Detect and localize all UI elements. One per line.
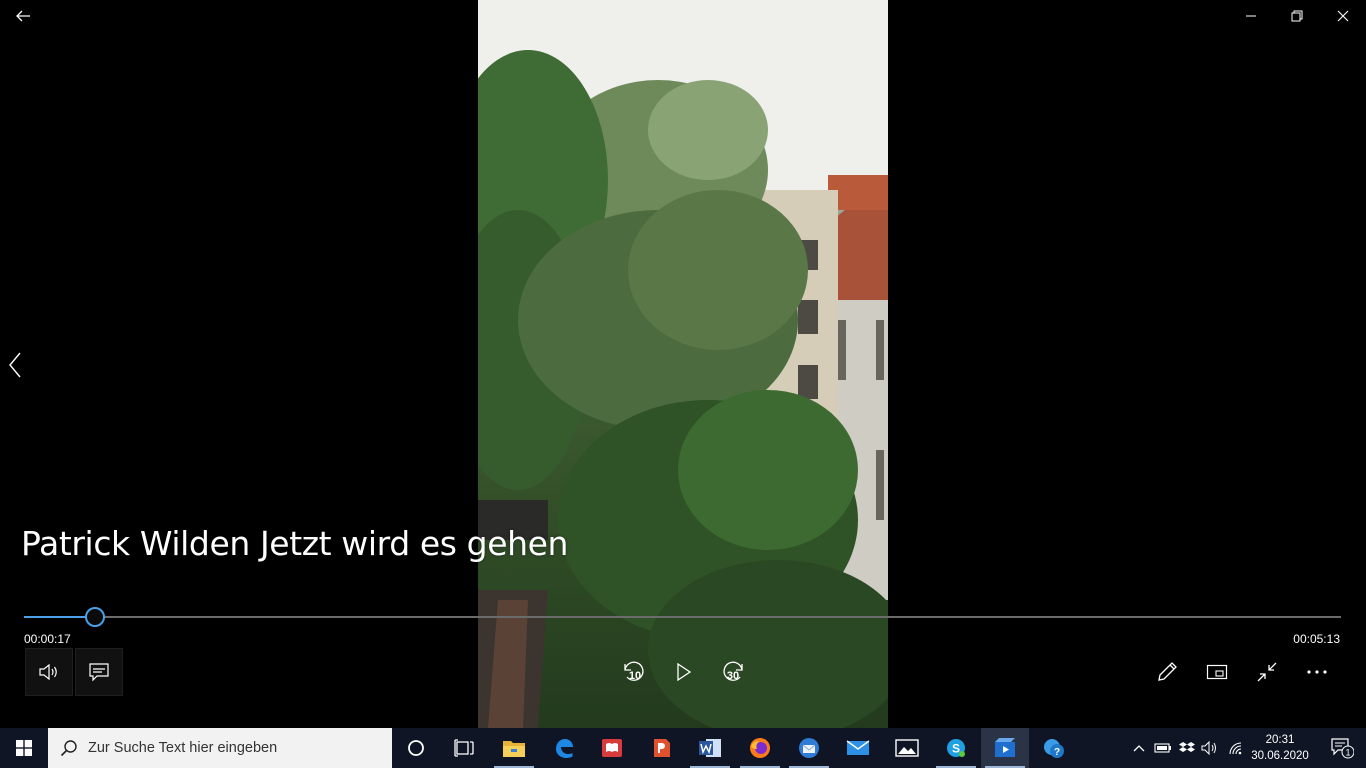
taskbar-app-firefox[interactable] <box>736 728 784 768</box>
taskbar-app-help[interactable]: ? <box>1030 728 1078 768</box>
skip-forward-label: 30 <box>726 670 740 682</box>
exit-fullscreen-button[interactable] <box>1243 648 1291 696</box>
edit-button[interactable] <box>1143 648 1191 696</box>
chevron-left-icon <box>9 352 21 378</box>
photos-icon <box>895 739 919 757</box>
minimize-button[interactable] <box>1228 0 1274 32</box>
more-button[interactable] <box>1293 648 1341 696</box>
clock-time: 20:31 <box>1265 734 1295 746</box>
subtitles-button[interactable] <box>75 648 123 696</box>
taskbar-app-edge[interactable] <box>540 728 588 768</box>
battery-icon <box>1154 743 1171 753</box>
seek-thumb[interactable] <box>85 607 105 627</box>
skip-forward-button[interactable]: 30 <box>710 648 758 696</box>
svg-text:S: S <box>952 742 960 756</box>
chevron-up-icon <box>1133 745 1145 752</box>
pencil-icon <box>1158 662 1177 681</box>
notification-icon: 1 <box>1331 738 1354 759</box>
restore-icon <box>1291 10 1303 22</box>
task-view-icon <box>454 739 474 757</box>
edge-icon <box>556 739 573 758</box>
notification-count: 1 <box>1345 748 1350 758</box>
current-time: 00:00:17 <box>24 632 71 646</box>
thunderbird-icon <box>799 738 819 758</box>
skype-icon: S <box>947 739 965 757</box>
taskbar-app-word[interactable] <box>686 728 734 768</box>
show-hidden-icons-button[interactable] <box>1128 728 1150 768</box>
skip-back-label: 10 <box>628 670 642 682</box>
taskbar: Zur Suche Text hier eingeben S ? 20:31 3… <box>0 728 1366 768</box>
taskbar-app-thunderbird[interactable] <box>785 728 833 768</box>
reader-icon <box>602 739 622 757</box>
restore-button[interactable] <box>1274 0 1320 32</box>
play-icon <box>677 663 692 681</box>
close-button[interactable] <box>1320 0 1366 32</box>
start-button[interactable] <box>0 728 48 768</box>
word-icon <box>699 739 721 757</box>
taskbar-app-powerpoint[interactable] <box>637 728 685 768</box>
wifi-icon <box>1229 742 1242 755</box>
movies-tv-icon <box>995 738 1015 757</box>
mail-icon <box>846 740 870 755</box>
file-explorer-icon <box>503 741 525 757</box>
video-title: Patrick Wilden Jetzt wird es gehen <box>21 524 569 563</box>
taskbar-app-movies-tv[interactable] <box>981 728 1029 768</box>
task-view-button[interactable] <box>440 728 488 768</box>
close-icon <box>1337 10 1349 22</box>
taskbar-app-photos[interactable] <box>883 728 931 768</box>
battery-tray[interactable] <box>1152 728 1174 768</box>
search-icon <box>60 740 77 757</box>
taskbar-app-reader[interactable] <box>588 728 636 768</box>
firefox-icon <box>750 738 770 758</box>
taskbar-search[interactable]: Zur Suche Text hier eingeben <box>48 728 392 768</box>
exit-fullscreen-icon <box>1257 662 1277 682</box>
total-time: 00:05:13 <box>1293 632 1340 646</box>
search-placeholder: Zur Suche Text hier eingeben <box>88 740 278 756</box>
back-button[interactable] <box>0 0 46 32</box>
taskbar-app-mail[interactable] <box>834 728 882 768</box>
video-frame[interactable] <box>478 0 888 728</box>
captions-icon <box>89 663 109 682</box>
previous-item-button[interactable] <box>0 340 30 390</box>
mini-view-button[interactable] <box>1193 648 1241 696</box>
taskbar-app-file-explorer[interactable] <box>490 728 538 768</box>
skip-back-button[interactable]: 10 <box>609 648 657 696</box>
video-scene <box>478 0 888 728</box>
seek-bar[interactable] <box>24 607 1341 627</box>
mini-view-icon <box>1206 664 1228 680</box>
action-center-button[interactable]: 1 <box>1318 728 1366 768</box>
minimize-icon <box>1246 15 1256 17</box>
play-button[interactable] <box>660 648 708 696</box>
back-arrow-icon <box>16 10 30 22</box>
windows-logo-icon <box>16 740 32 756</box>
dropbox-icon <box>1179 742 1195 752</box>
network-tray[interactable] <box>1224 728 1248 768</box>
dropbox-tray[interactable] <box>1176 728 1198 768</box>
speaker-icon <box>39 663 57 681</box>
cortana-button[interactable] <box>392 728 440 768</box>
cortana-icon <box>408 740 424 756</box>
svg-text:?: ? <box>1054 747 1060 758</box>
more-icon <box>1307 670 1327 674</box>
clock-date: 30.06.2020 <box>1251 750 1309 762</box>
powerpoint-icon <box>654 739 670 757</box>
tray-clock[interactable]: 20:31 30.06.2020 <box>1248 732 1312 764</box>
help-icon: ? <box>1044 739 1064 758</box>
volume-icon <box>1201 741 1216 755</box>
volume-tray[interactable] <box>1199 728 1221 768</box>
volume-button[interactable] <box>25 648 73 696</box>
taskbar-app-skype[interactable]: S <box>932 728 980 768</box>
